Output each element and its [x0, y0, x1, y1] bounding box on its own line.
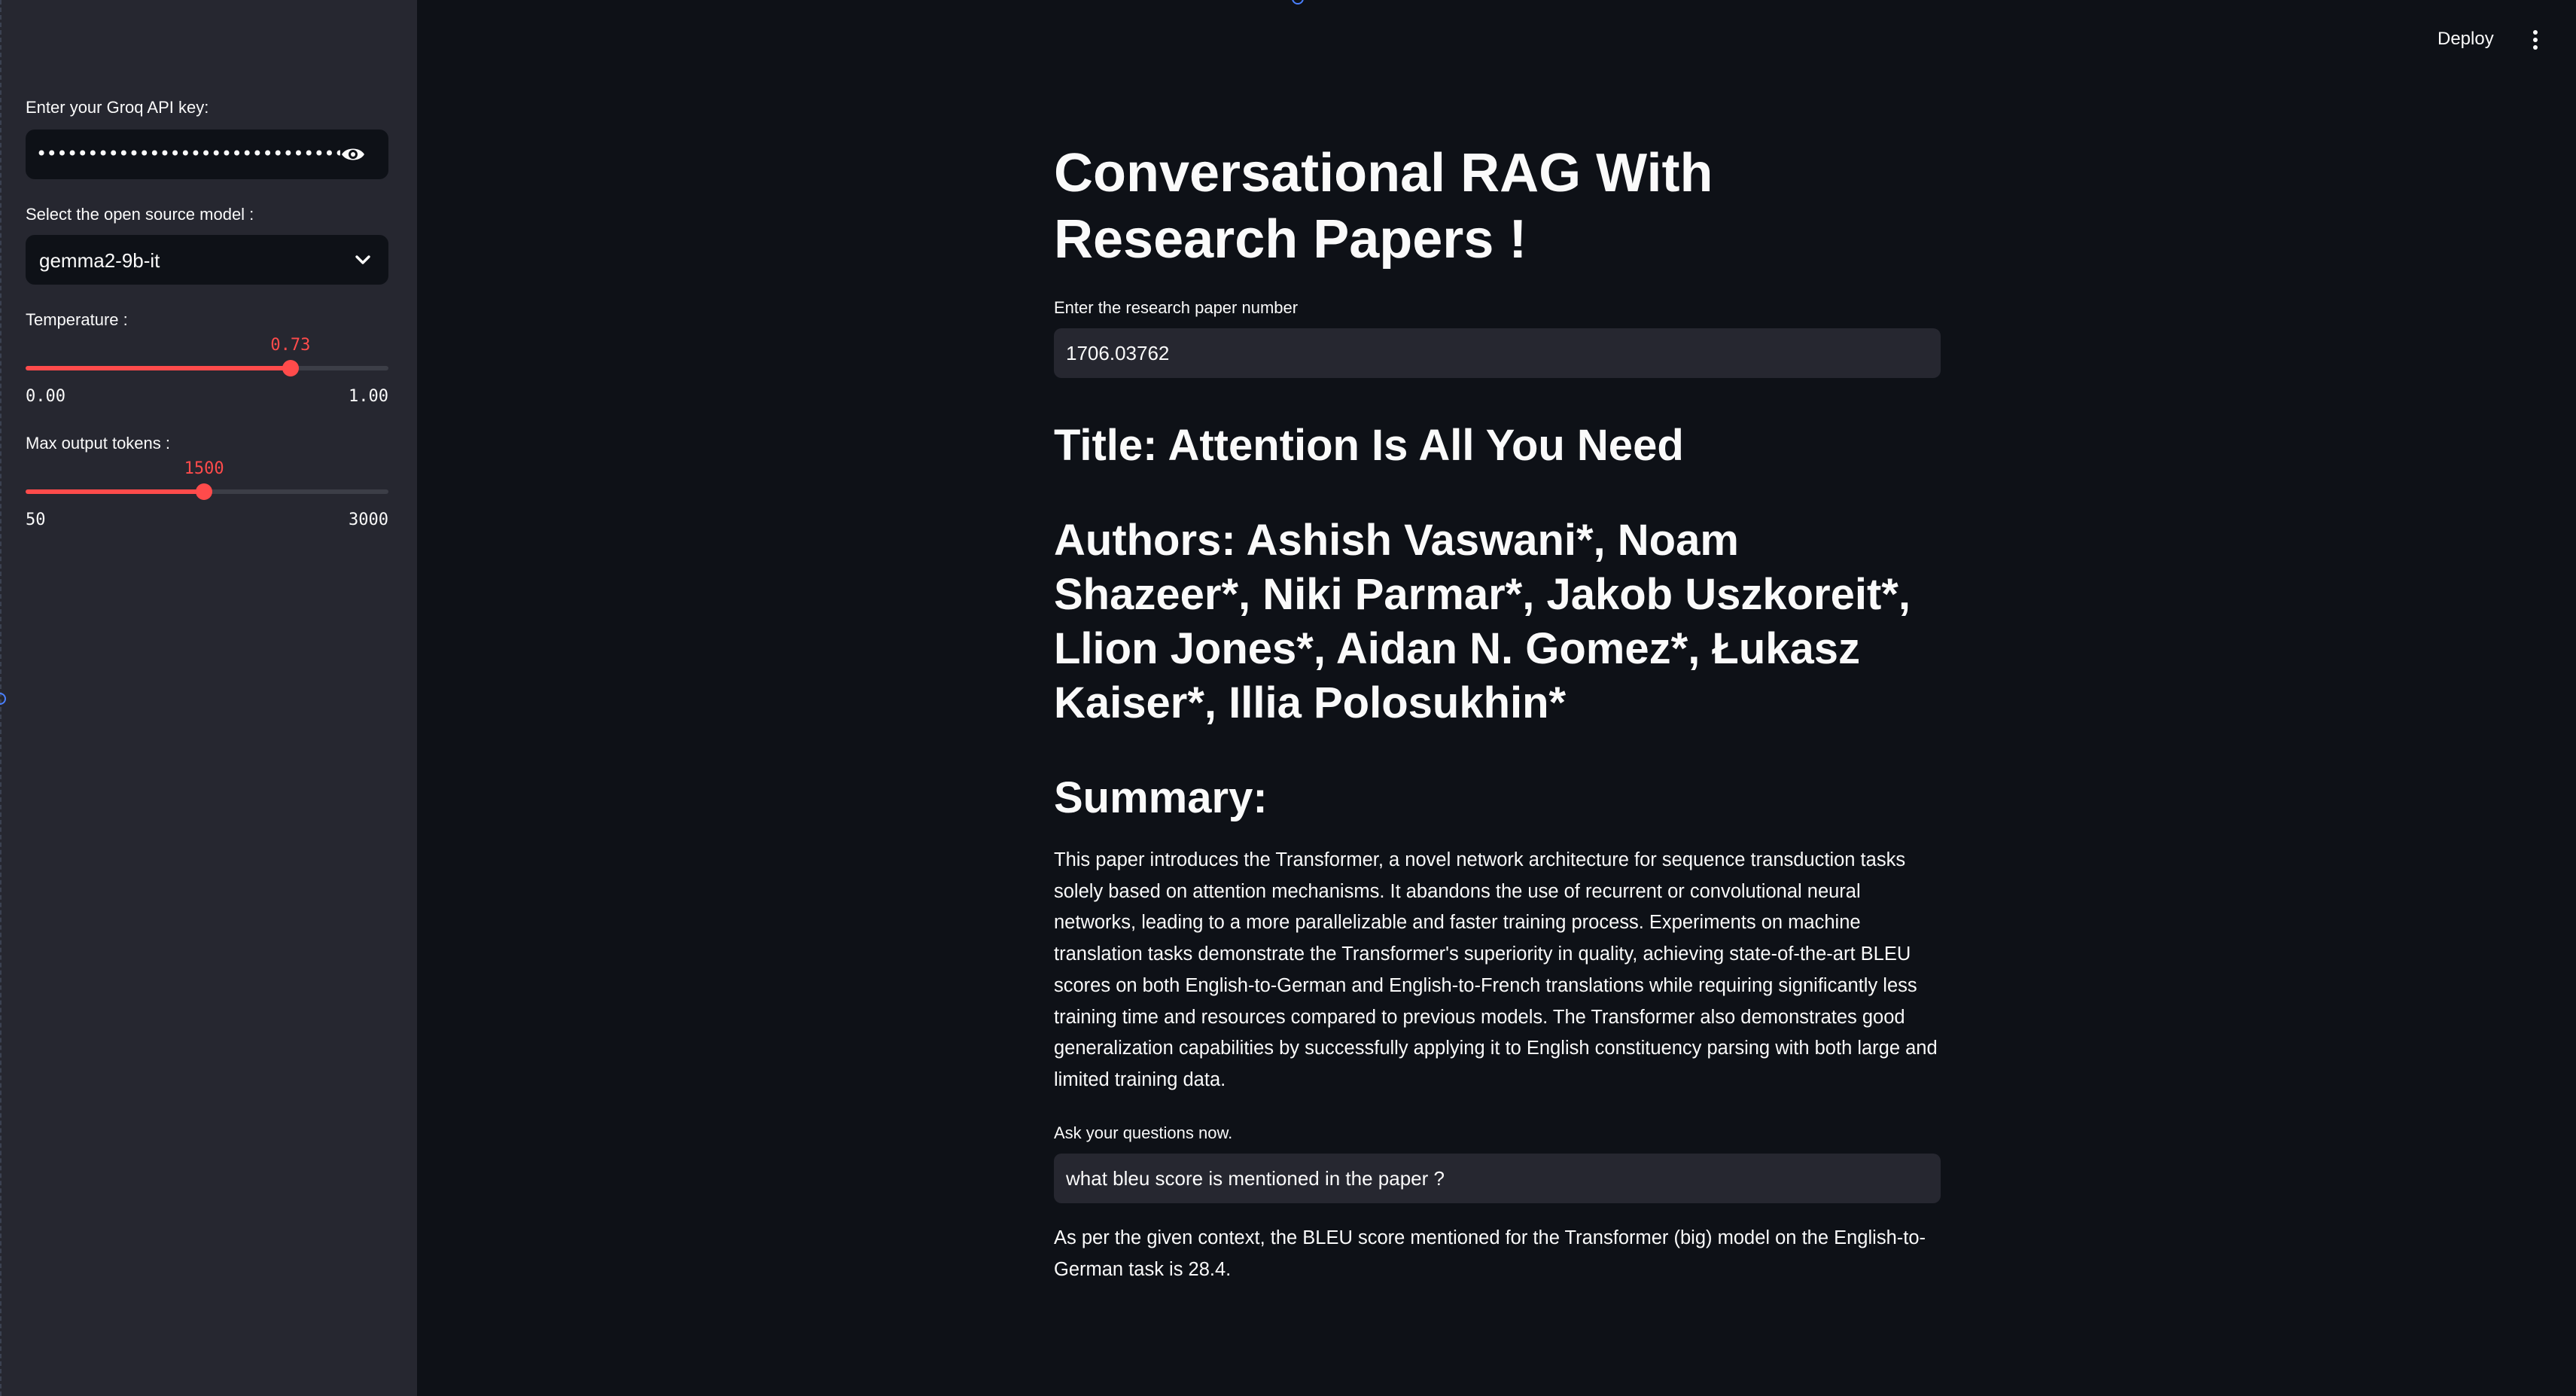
eye-icon[interactable]: [340, 145, 366, 164]
model-select-label: Select the open source model :: [26, 205, 254, 224]
max-tokens-max: 3000: [349, 511, 388, 529]
max-tokens-min: 50: [26, 511, 46, 529]
max-tokens-slider-thumb[interactable]: [196, 483, 213, 500]
page-title: Conversational RAG With Research Papers …: [1054, 143, 1713, 270]
chevron-down-icon: [355, 255, 370, 264]
api-key-label: Enter your Groq API key:: [26, 98, 209, 117]
paper-number-label: Enter the research paper number: [1054, 298, 1299, 317]
deploy-button[interactable]: Deploy: [2437, 29, 2494, 50]
paper-number-value: 1706.03762: [1066, 342, 1170, 364]
question-value: what bleu score is mentioned in the pape…: [1066, 1167, 1445, 1190]
temperature-slider-thumb[interactable]: [282, 360, 299, 376]
kebab-menu-icon[interactable]: [2529, 29, 2541, 51]
paper-authors: Authors: Ashish Vaswani*, Noam Shazeer*,…: [1054, 516, 1911, 727]
summary-heading: Summary:: [1054, 773, 1268, 822]
question-label: Ask your questions now.: [1054, 1123, 1233, 1142]
paper-number-input[interactable]: 1706.03762: [1054, 328, 1941, 378]
temperature-label: Temperature :: [26, 310, 128, 329]
answer-text: As per the given context, the BLEU score…: [1054, 1227, 1926, 1280]
max-tokens-slider[interactable]: 1500: [26, 459, 388, 504]
paper-title: Title: Attention Is All You Need: [1054, 421, 1684, 470]
temperature-slider[interactable]: 0.73: [26, 336, 388, 381]
temperature-slider-value: 0.73: [270, 336, 311, 355]
max-tokens-label: Max output tokens :: [26, 434, 170, 453]
slider-fill: [26, 489, 205, 494]
temperature-min: 0.00: [26, 387, 65, 406]
top-resize-handle[interactable]: [1292, 0, 1304, 5]
model-select-value: gemma2-9b-it: [39, 249, 160, 272]
sidebar: Enter your Groq API key: •••••••••••••••…: [0, 0, 417, 1396]
api-key-masked-value: ••••••••••••••••••••••••••••••••••••••••…: [36, 143, 340, 164]
max-tokens-slider-value: 1500: [184, 459, 224, 478]
temperature-max: 1.00: [349, 387, 388, 406]
summary-text: This paper introduces the Transformer, a…: [1054, 849, 1938, 1090]
model-select[interactable]: gemma2-9b-it: [26, 235, 388, 285]
question-input[interactable]: what bleu score is mentioned in the pape…: [1054, 1154, 1941, 1203]
slider-fill: [26, 366, 291, 370]
api-key-input[interactable]: ••••••••••••••••••••••••••••••••••••••••…: [26, 130, 388, 179]
